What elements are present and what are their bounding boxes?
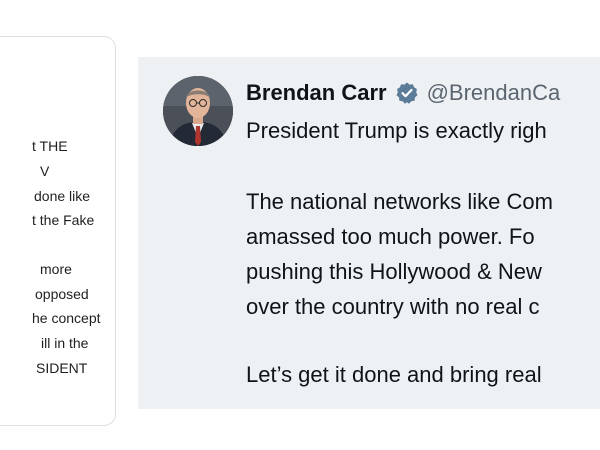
left-card-line: ill in the: [41, 335, 89, 351]
author-handle[interactable]: @BrendanCa: [427, 80, 561, 106]
left-card-line: V: [40, 163, 50, 179]
left-post-card: t THE V done like t the Fake more oppose…: [0, 36, 116, 426]
tweet-text-line: pushing this Hollywood & New: [246, 259, 542, 284]
left-card-line: t the Fake: [32, 212, 95, 228]
left-card-line: more: [40, 261, 72, 277]
tweet-author-row: Brendan Carr @BrendanCa: [246, 80, 560, 106]
tweet-text-line: President Trump is exactly righ: [246, 118, 547, 143]
left-card-line: opposed: [35, 286, 89, 302]
author-name[interactable]: Brendan Carr: [246, 80, 387, 106]
verified-badge-icon: [395, 81, 419, 105]
author-avatar[interactable]: [163, 76, 233, 146]
tweet-text-line: The national networks like Com: [246, 189, 553, 214]
screenshot-stage: t THE V done like t the Fake more oppose…: [0, 0, 600, 450]
tweet-text-line: amassed too much power. Fo: [246, 224, 535, 249]
left-card-line: he concept: [32, 310, 101, 326]
left-card-line: done like: [34, 188, 91, 204]
left-card-line: SIDENT: [36, 360, 88, 376]
tweet-text-line: Let’s get it done and bring real: [246, 362, 542, 387]
left-card-line: t THE: [32, 138, 68, 154]
tweet-text-line: over the country with no real c: [246, 294, 540, 319]
avatar-portrait-icon: [163, 76, 233, 146]
